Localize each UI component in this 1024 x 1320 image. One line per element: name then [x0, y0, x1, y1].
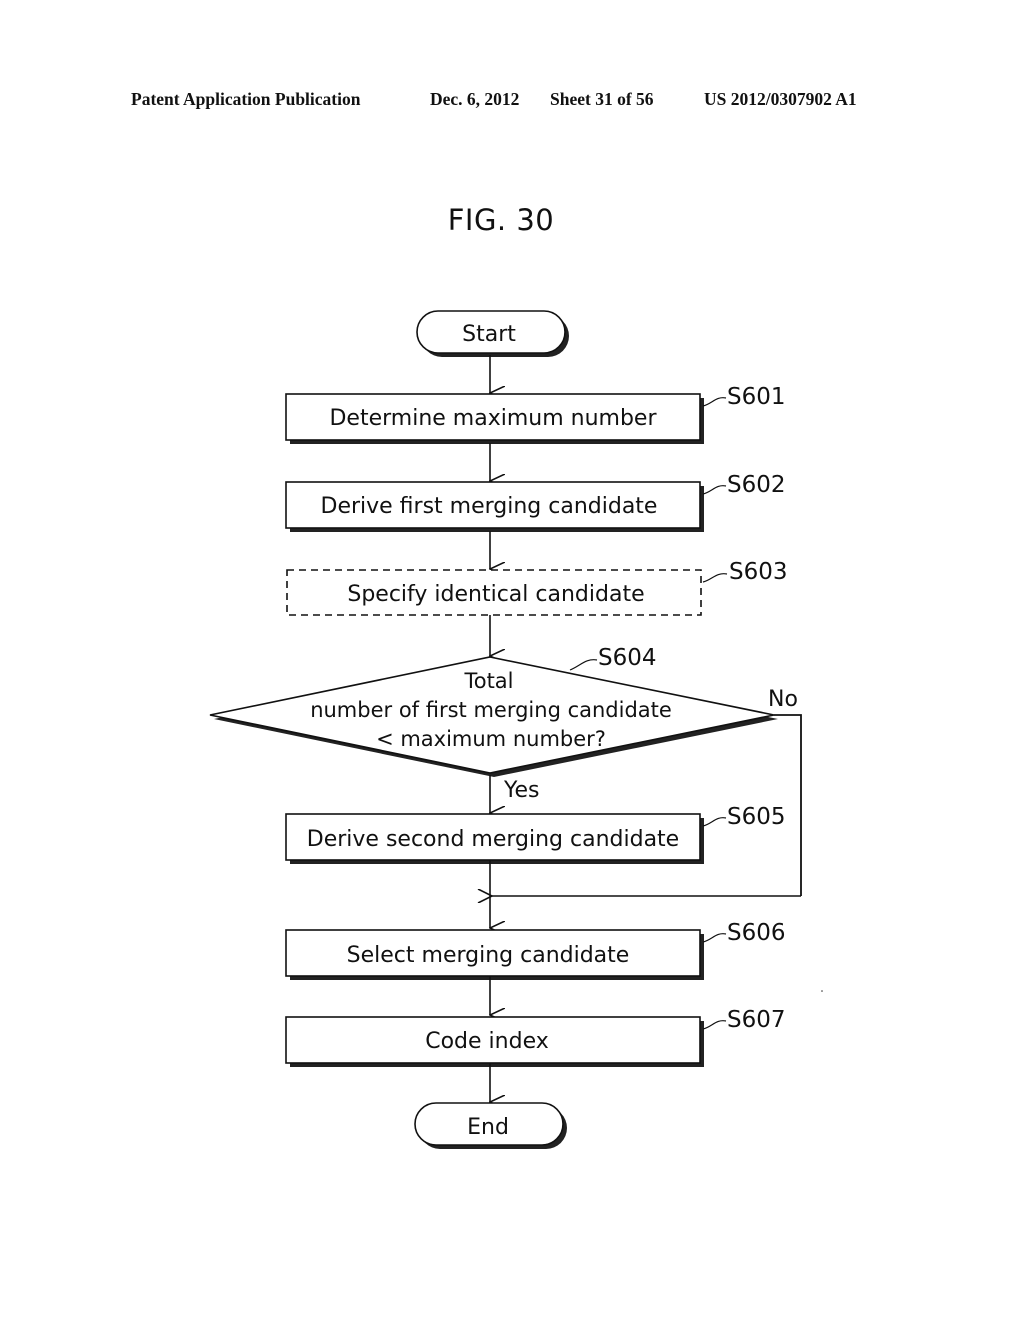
step-label: Code index	[425, 1029, 549, 1054]
step-id: S602	[727, 472, 786, 498]
step-s603: Specify identical candidate S603	[286, 559, 788, 616]
no-label: No	[768, 687, 798, 712]
leader-line	[569, 659, 598, 671]
step-label: Select merging candidate	[347, 943, 630, 968]
step-id: S606	[727, 920, 786, 946]
step-label: Derive second merging candidate	[307, 827, 679, 852]
decision-line: number of first merging candidate	[310, 698, 672, 722]
decision-s604: Total number of first merging candidate …	[209, 645, 778, 777]
step-id: S605	[727, 804, 786, 830]
flowchart: Start Determine maximum number S601 Deri…	[209, 310, 823, 1149]
step-s607: Code index S607	[285, 1007, 786, 1067]
step-s605: Derive second merging candidate S605	[285, 804, 786, 864]
leader-line	[702, 1020, 727, 1030]
yes-label: Yes	[503, 778, 540, 803]
leader-line	[702, 933, 727, 943]
end-label: End	[467, 1115, 509, 1140]
step-id: S603	[729, 559, 788, 585]
end-terminal: End	[414, 1102, 567, 1149]
step-s602: Derive first merging candidate S602	[285, 472, 786, 532]
start-label: Start	[462, 322, 516, 347]
decision-line: < maximum number?	[376, 727, 606, 751]
leader-line	[702, 817, 727, 827]
step-label: Determine maximum number	[329, 406, 657, 431]
scan-speck	[821, 990, 823, 992]
leader-line	[702, 573, 728, 583]
step-label: Specify identical candidate	[347, 582, 644, 607]
step-s601: Determine maximum number S601	[285, 384, 786, 444]
leader-line	[702, 397, 727, 407]
step-label: Derive first merging candidate	[321, 494, 658, 519]
leader-line	[702, 485, 727, 495]
start-terminal: Start	[416, 310, 569, 357]
step-id: S601	[727, 384, 786, 410]
decision-line: Total	[463, 669, 513, 693]
step-s606: Select merging candidate S606	[285, 920, 786, 980]
step-id: S607	[727, 1007, 786, 1033]
step-id: S604	[598, 645, 657, 671]
